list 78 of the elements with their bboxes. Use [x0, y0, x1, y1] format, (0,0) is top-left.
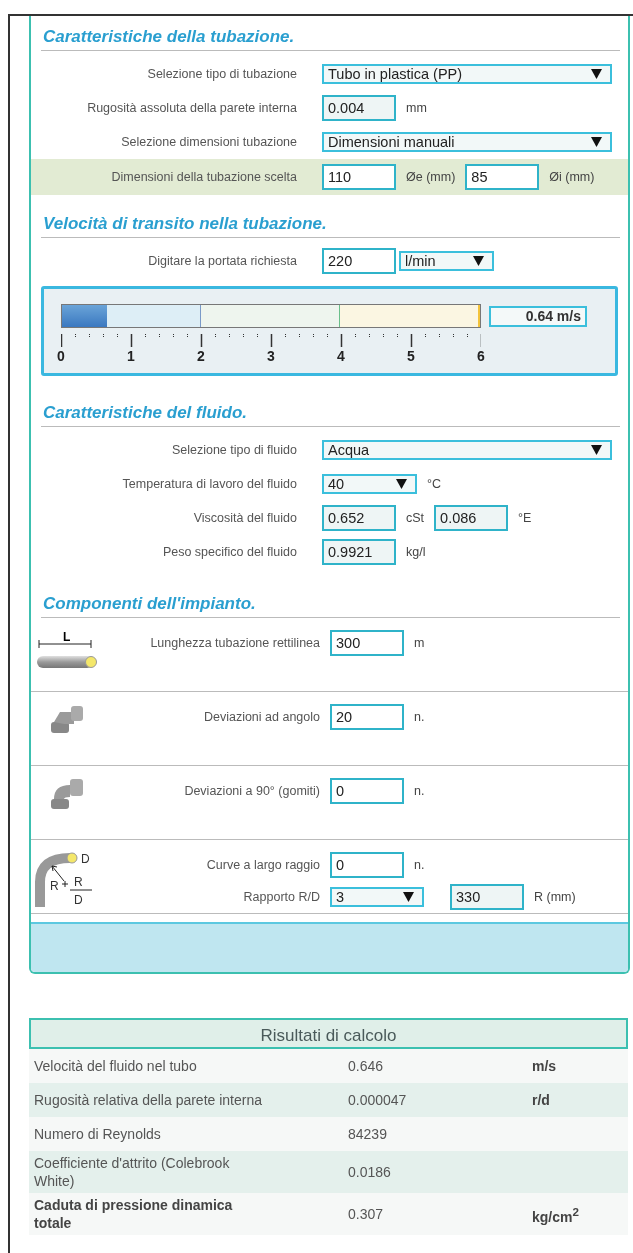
scale-label: 5: [406, 348, 416, 365]
field-label: Viscosità del fluido: [192, 511, 297, 525]
section-title: Velocità di transito nella tubazione.: [41, 213, 620, 238]
angle-fitting-icon: [50, 704, 84, 734]
caret-icon: [591, 69, 602, 79]
velocity-reading: 0.64 m/s: [489, 305, 587, 327]
table-cell: m/s: [532, 1057, 557, 1075]
dropdown[interactable]: l/min: [399, 251, 494, 271]
table-cell-text: 0.000047: [348, 1091, 408, 1109]
table-cell-text: Velocità del fluido nel tubo: [33, 1057, 198, 1075]
scale-label: 4: [336, 348, 346, 365]
caret-icon: [591, 137, 602, 147]
unit-label: °C: [427, 477, 442, 491]
field-label: Temperatura di lavoro del fluido: [121, 477, 297, 491]
caret-icon: [403, 892, 414, 902]
table-cell-text: 84239: [348, 1125, 388, 1143]
dropdown[interactable]: Tubo in plastica (PP): [322, 64, 612, 84]
table-cell-text: Rugosità relativa della parete interna: [33, 1091, 264, 1109]
table-cell-text: Numero di Reynolds: [33, 1125, 162, 1143]
section-title: Caratteristiche della tubazione.: [41, 26, 620, 51]
field-label: Deviazioni a 90° (gomiti): [183, 784, 320, 798]
dropdown[interactable]: 3: [330, 887, 424, 907]
field-label: Rugosità assoluta della parete interna: [86, 101, 297, 115]
table-cell-text: 0.0186: [348, 1163, 392, 1181]
field-label: Selezione tipo di fluido: [170, 443, 297, 457]
field-label: Digitare la portata richiesta: [147, 254, 297, 268]
input-field[interactable]: 0: [330, 778, 404, 804]
field-label: Dimensioni della tubazione scelta: [110, 170, 297, 184]
table-cell-text: Caduta di pressione dinamica totale: [33, 1196, 234, 1232]
section-title: Componenti dell'impianto.: [41, 593, 620, 618]
field-label: Lunghezza tubazione rettilinea: [149, 636, 320, 650]
field-label: Peso specifico del fluido: [161, 545, 297, 559]
unit-label: m: [414, 636, 425, 650]
dropdown[interactable]: Dimensioni manuali: [322, 132, 612, 152]
unit-label: °E: [518, 511, 532, 525]
dropdown[interactable]: 40: [322, 474, 417, 494]
scale-label: 2: [196, 348, 206, 365]
input-field[interactable]: 0.9921: [322, 539, 396, 565]
unit-label: R (mm): [534, 890, 576, 904]
field-label: Selezione dimensioni tubazione: [120, 135, 297, 149]
input-field[interactable]: 300: [330, 630, 404, 656]
section-title: Caratteristiche del fluido.: [41, 402, 620, 427]
unit-label: n.: [414, 858, 425, 872]
input-field[interactable]: 0.086: [434, 505, 509, 531]
input-field[interactable]: 0.004: [322, 95, 396, 121]
unit-label: mm: [406, 101, 427, 115]
table-cell-text: kg/cm$^{2}$: [532, 1203, 579, 1226]
unit-label: n.: [414, 710, 425, 724]
scale-label: 0: [56, 348, 66, 365]
table-cell: r/d: [532, 1091, 550, 1109]
unit-label: Øi (mm): [549, 170, 595, 184]
input-field[interactable]: 110: [322, 164, 396, 190]
input-field[interactable]: 20: [330, 704, 404, 730]
field-label: Curve a largo raggio: [205, 858, 320, 872]
unit-label: kg/l: [406, 545, 426, 559]
input-field[interactable]: 220: [322, 248, 396, 274]
input-field[interactable]: 85: [465, 164, 540, 190]
scale-label: 3: [266, 348, 276, 365]
field-label: Rapporto R/D: [242, 890, 320, 904]
elbow-fitting-icon: [50, 778, 84, 810]
table-cell-text: Coefficiente d'attrito (Colebrook White): [33, 1154, 231, 1190]
results-title: Risultati di calcolo: [29, 1018, 628, 1049]
unit-label: Øe (mm): [406, 170, 456, 184]
scale-label: 6: [476, 348, 486, 365]
field-label: Selezione tipo di tubazione: [146, 67, 297, 81]
scale-label: 1: [126, 348, 136, 365]
caret-icon: [473, 256, 484, 266]
field-label: Deviazioni ad angolo: [202, 710, 320, 724]
caret-icon: [396, 479, 407, 489]
caret-icon: [591, 445, 602, 455]
unit-label: n.: [414, 784, 425, 798]
input-field[interactable]: 0: [330, 852, 404, 878]
unit-label: cSt: [406, 511, 425, 525]
table-cell-text: 0.646: [348, 1057, 385, 1075]
table-cell-text: 0.307: [348, 1205, 385, 1223]
input-field[interactable]: 0.652: [322, 505, 396, 531]
dropdown[interactable]: Acqua: [322, 440, 612, 460]
input-field[interactable]: 330: [450, 884, 524, 910]
